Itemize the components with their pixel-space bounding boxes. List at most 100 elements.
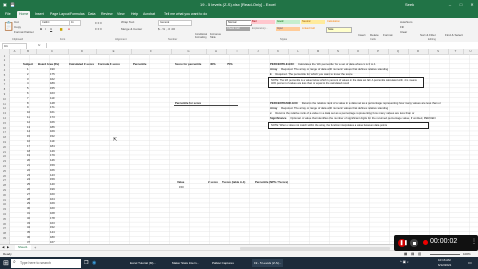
close-button[interactable]: ✕	[467, 0, 477, 10]
board-area-cell[interactable]: 186	[50, 125, 55, 129]
board-area-cell[interactable]: 179	[50, 153, 55, 157]
row-header[interactable]: 12	[0, 107, 9, 110]
tell-me-search[interactable]: Tell me what you want to do	[162, 11, 209, 18]
task-view-icon[interactable]: ❐	[84, 260, 88, 266]
autosave-icon[interactable]: ▣	[3, 0, 7, 10]
subject-cell[interactable]: 33	[27, 221, 30, 225]
row-header[interactable]: 34	[0, 213, 9, 216]
style-calculation[interactable]: Calculation	[326, 20, 350, 24]
board-area-cell[interactable]: 155	[50, 86, 55, 90]
font-size-select[interactable]: 11	[69, 20, 81, 26]
clock-date[interactable]: 6/12/2021	[438, 263, 451, 267]
board-area-cell[interactable]: 166	[50, 120, 55, 124]
sheet-nav-left-icon[interactable]: ◀	[2, 245, 4, 249]
taskbar-app-maker-stats[interactable]: Maker Stats Intern...	[172, 259, 199, 267]
board-area-cell[interactable]: 159	[50, 163, 55, 167]
subject-cell[interactable]: 20	[27, 158, 30, 162]
board-area-cell[interactable]: 199	[50, 187, 55, 191]
cut-button[interactable]: Cut	[14, 20, 19, 24]
board-area-cell[interactable]: 180	[50, 235, 55, 239]
board-area-cell[interactable]: 169	[50, 129, 55, 133]
board-area-cell[interactable]: 152	[50, 134, 55, 138]
style-input[interactable]: Input	[276, 27, 300, 31]
board-area-cell[interactable]: 171	[50, 105, 55, 109]
format-cells-button[interactable]: Format	[383, 33, 393, 37]
system-tray-icons[interactable]: ^ ▣ ♪	[400, 260, 409, 264]
row-header[interactable]: 24	[0, 165, 9, 168]
style-check-cell[interactable]: Check Cell	[226, 27, 250, 31]
taskbar-app-excel-tutorial[interactable]: Excel Tutorial (M)...	[130, 259, 156, 267]
fill-button[interactable]: Fill	[400, 25, 404, 29]
subject-cell[interactable]: 32	[27, 216, 30, 220]
number-format-icons[interactable]: $ - % , .0 .00	[158, 27, 175, 31]
style-explanatory[interactable]: Explanatory...	[251, 27, 275, 31]
header-percentile[interactable]: Percentile	[133, 62, 146, 66]
subject-cell[interactable]: 24	[27, 177, 30, 181]
header-value[interactable]: Value	[177, 180, 184, 184]
tab-view[interactable]: View	[115, 11, 127, 18]
row-header[interactable]: 20	[0, 146, 9, 149]
font-name-select[interactable]: Calibri	[40, 20, 70, 26]
autosum-button[interactable]: AutoSum	[400, 20, 412, 24]
row-header[interactable]: 23	[0, 160, 9, 163]
subject-cell[interactable]: 21	[27, 163, 30, 167]
zoom-slider[interactable]	[430, 254, 460, 255]
subject-cell[interactable]: 29	[27, 201, 30, 205]
board-area-cell[interactable]: 184	[50, 144, 55, 148]
recorder-menu-icon[interactable]: ⋮	[471, 238, 477, 245]
tab-review[interactable]: Review	[99, 11, 114, 18]
insert-cells-button[interactable]: Insert	[358, 33, 366, 37]
tab-file[interactable]: File	[3, 11, 13, 18]
subject-cell[interactable]: 22	[27, 168, 30, 172]
format-as-table-button[interactable]: Format as Table	[210, 33, 226, 39]
row-header[interactable]: 17	[0, 131, 9, 134]
save-icon[interactable]: 💾	[10, 0, 15, 10]
clock-time[interactable]: 10:16 AM	[438, 258, 451, 262]
note-array[interactable]: Array Required. The array or range of da…	[270, 67, 388, 71]
subject-cell[interactable]: 26	[27, 187, 30, 191]
header-40pct[interactable]: 40%	[210, 62, 216, 66]
note-percentrank-exc[interactable]: PERCENTRANK.EXC Returns the relative ran…	[270, 101, 441, 105]
subject-cell[interactable]: 6	[27, 91, 29, 95]
tab-help[interactable]: Help	[129, 11, 140, 18]
tab-insert[interactable]: Insert	[33, 11, 46, 18]
style-good[interactable]: Good	[276, 20, 300, 24]
note-box-percentrank[interactable]: NOTE: When x does not match within the a…	[268, 122, 429, 129]
subject-cell[interactable]: 10	[27, 110, 30, 114]
row-header[interactable]: 2	[0, 59, 9, 62]
board-area-cell[interactable]: 166	[50, 168, 55, 172]
row-header[interactable]: 13	[0, 112, 9, 115]
subject-cell[interactable]: 3	[27, 77, 29, 81]
wrap-text-button[interactable]: Wrap Text	[121, 20, 134, 24]
row-header[interactable]: 19	[0, 141, 9, 144]
minimize-button[interactable]: –	[445, 0, 455, 10]
board-area-cell[interactable]: 143	[50, 173, 55, 177]
fx-icon[interactable]: fx	[38, 42, 40, 49]
italic-button[interactable]: I	[45, 27, 46, 31]
row-header[interactable]: 36	[0, 223, 9, 226]
header-board-area[interactable]: Board Area (Rs)	[38, 62, 59, 66]
subject-cell[interactable]: 7	[27, 96, 29, 100]
sheet-nav-right-icon[interactable]: ▶	[7, 245, 9, 249]
board-area-cell[interactable]: 163	[50, 91, 55, 95]
board-area-cell[interactable]: 110	[50, 96, 54, 100]
header-subject[interactable]: Subject	[23, 62, 33, 66]
row-header[interactable]: 15	[0, 122, 9, 125]
row-header[interactable]: 21	[0, 151, 9, 154]
subject-cell[interactable]: 31	[27, 211, 30, 215]
copy-button[interactable]: Copy	[14, 25, 21, 29]
align-icons[interactable]: ≡ ≡ ≡	[95, 21, 102, 25]
board-area-cell[interactable]: 144	[50, 230, 55, 234]
paste-icon[interactable]: 📋	[3, 21, 14, 32]
subject-cell[interactable]: 30	[27, 206, 30, 210]
note-percentile-exc[interactable]: PERCENTILE.EXC Calculates the 'kth perce…	[270, 62, 376, 66]
board-area-cell[interactable]: 163	[50, 221, 55, 225]
row-header[interactable]: 4	[0, 69, 9, 72]
taskbar-app-pallavi[interactable]: Pallavi Captures	[212, 259, 234, 267]
delete-cells-button[interactable]: Delete	[370, 33, 379, 37]
board-area-cell[interactable]: 160	[50, 192, 55, 196]
board-area-cell[interactable]: 173	[50, 115, 55, 119]
board-area-cell[interactable]: 189	[50, 81, 55, 85]
taskbar-app-excel-file[interactable]: 19 - 5 Levels (Z-S)...	[252, 259, 284, 267]
note-box-percentile[interactable]: NOTE: The kth percentile is a value belo…	[268, 77, 424, 88]
